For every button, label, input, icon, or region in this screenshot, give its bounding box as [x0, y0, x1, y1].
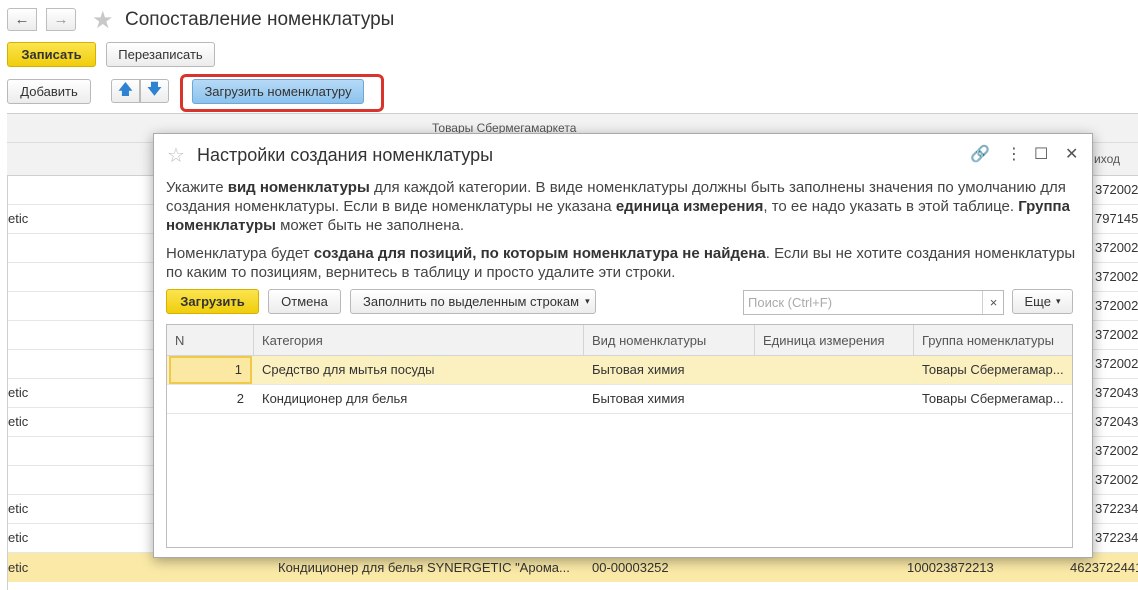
dialog-title: Настройки создания номенклатуры	[197, 145, 494, 165]
resave-button[interactable]: Перезаписать	[106, 42, 215, 67]
cell-kind[interactable]: Бытовая химия	[584, 356, 755, 384]
link-icon[interactable]: 🔗	[970, 144, 990, 164]
more-icon[interactable]: ⋮	[1006, 144, 1022, 164]
maximize-icon[interactable]: ☐	[1034, 144, 1048, 164]
fill-selected-dropdown[interactable]: Заполнить по выделенным строкам ▾	[350, 289, 596, 314]
favorite-star-icon[interactable]: ★	[92, 6, 114, 35]
cell: 3720020	[1095, 269, 1138, 284]
cell: etic	[8, 560, 29, 575]
cell: 3720020	[1095, 443, 1138, 458]
cell: 3720020	[1095, 182, 1138, 197]
cell: 3720439	[1095, 385, 1138, 400]
grid-header: N Категория Вид номенклатуры Единица изм…	[167, 325, 1072, 356]
arrow-left-icon: ←	[14, 11, 30, 28]
cell: Кондиционер для белья SYNERGETIC "Арома.…	[278, 560, 570, 575]
table-row[interactable]: 2 Кондиционер для белья Бытовая химия То…	[167, 385, 1072, 414]
cell: 00-00003252	[592, 560, 669, 575]
cell-category[interactable]: Кондиционер для белья	[254, 385, 584, 413]
search-input[interactable]	[744, 291, 980, 314]
clear-search-icon[interactable]: ×	[982, 291, 1004, 314]
caret-down-icon: ▾	[585, 296, 590, 306]
col-category[interactable]: Категория	[254, 325, 584, 356]
move-up-button[interactable]: 🡅	[111, 79, 140, 103]
cell: 3720439	[1095, 414, 1138, 429]
cell: 3720020	[1095, 240, 1138, 255]
cell-n[interactable]: 2	[169, 385, 252, 413]
cell-n[interactable]: 1	[169, 356, 252, 384]
cell: 7971450	[1095, 211, 1138, 226]
cell-unit[interactable]	[755, 356, 914, 384]
cell: 3720021	[1095, 298, 1138, 313]
highlight-frame	[180, 74, 384, 112]
arrow-down-icon: 🡇	[146, 80, 163, 98]
info-text: Номенклатура будет создана для позиций, …	[166, 245, 1076, 281]
cell: 100023872213	[907, 560, 994, 575]
column-header-prihod: иход	[1094, 152, 1120, 166]
move-down-button[interactable]: 🡇	[140, 79, 169, 103]
arrow-right-icon: →	[53, 11, 69, 28]
cell-group[interactable]: Товары Сбермегамар...	[914, 385, 1066, 413]
col-unit[interactable]: Единица измерения	[755, 325, 914, 356]
cell-kind[interactable]: Бытовая химия	[584, 385, 755, 413]
more-label: Еще	[1024, 294, 1051, 309]
cell: etic	[8, 530, 29, 545]
categories-grid: N Категория Вид номенклатуры Единица изм…	[166, 324, 1073, 548]
cell: 4623722441	[1070, 560, 1138, 575]
forward-button[interactable]: →	[46, 8, 76, 31]
cell: etic	[8, 414, 29, 429]
cell-unit[interactable]	[755, 385, 914, 413]
col-group[interactable]: Группа номенклатуры	[914, 325, 1072, 356]
cell: 3720021	[1095, 472, 1138, 487]
col-kind[interactable]: Вид номенклатуры	[584, 325, 755, 356]
add-button[interactable]: Добавить	[7, 79, 91, 104]
save-button[interactable]: Записать	[7, 42, 96, 67]
caret-down-icon: ▾	[1055, 296, 1061, 306]
cell: 3722341	[1095, 530, 1138, 545]
back-button[interactable]: ←	[7, 8, 37, 31]
cell-category[interactable]: Средство для мытья посуды	[254, 356, 584, 384]
table-row[interactable]: 1 Средство для мытья посуды Бытовая хими…	[167, 356, 1072, 385]
page-title: Сопоставление номенклатуры	[125, 9, 395, 30]
cell: etic	[8, 211, 29, 226]
close-icon[interactable]: ✕	[1065, 144, 1078, 164]
cell-group[interactable]: Товары Сбермегамар...	[914, 356, 1066, 384]
instruction-text: Укажите вид номенклатуры для каждой кате…	[166, 179, 1070, 234]
more-dropdown[interactable]: Еще ▾	[1012, 289, 1073, 314]
cell: etic	[8, 385, 29, 400]
arrow-up-icon: 🡅	[117, 80, 134, 98]
cancel-button[interactable]: Отмена	[268, 289, 341, 314]
favorite-star-icon[interactable]: ☆	[167, 143, 185, 168]
col-n[interactable]: N	[167, 325, 254, 356]
cell: 3722341	[1095, 501, 1138, 516]
cell: 3720021	[1095, 356, 1138, 371]
cell: 3720021	[1095, 327, 1138, 342]
load-button[interactable]: Загрузить	[166, 289, 259, 314]
search-box[interactable]: ×	[743, 290, 1004, 315]
cell: etic	[8, 501, 29, 516]
fill-selected-label: Заполнить по выделенным строкам	[363, 294, 580, 309]
